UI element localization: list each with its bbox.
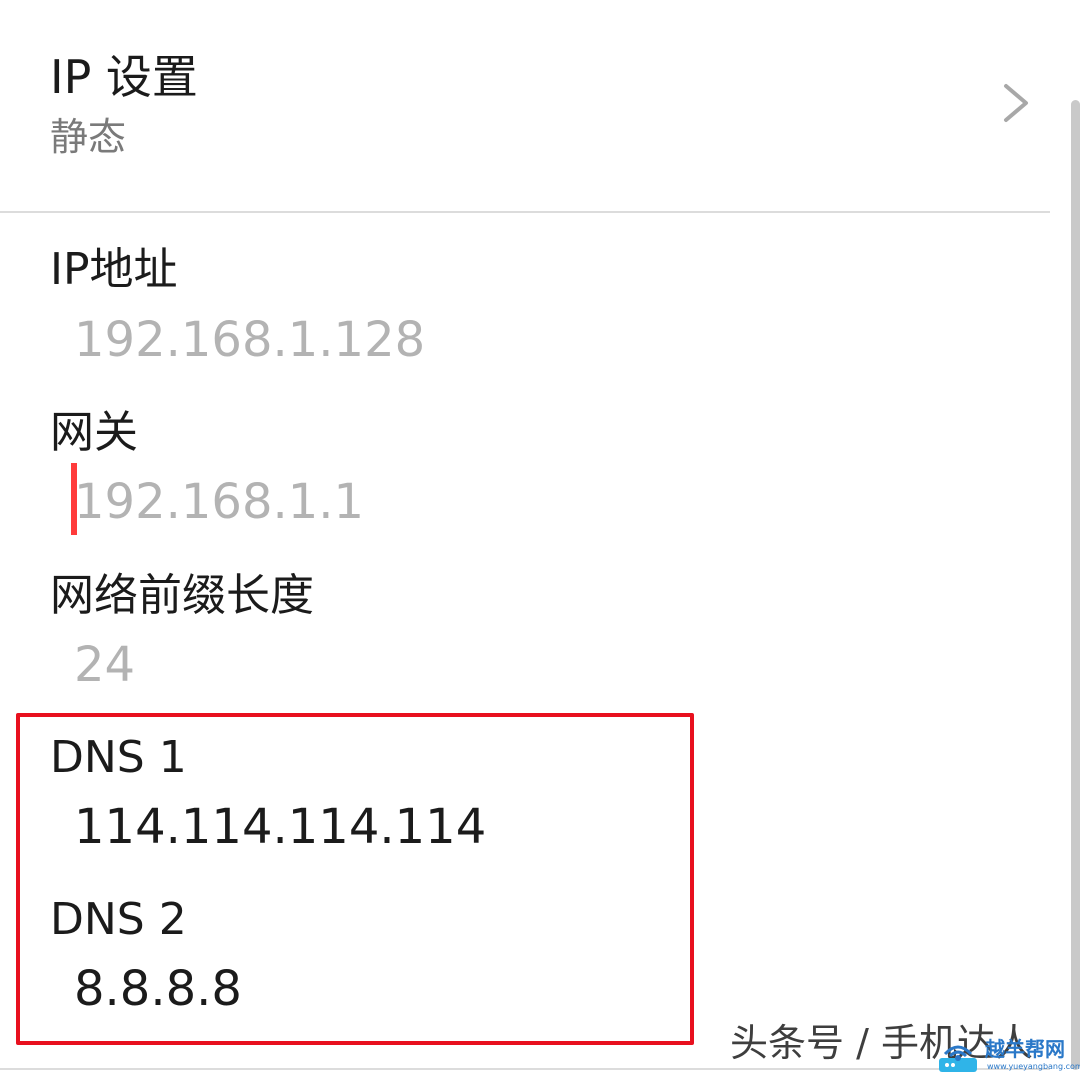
gateway-label: 网关: [50, 407, 138, 458]
ip-address-placeholder: 192.168.1.128: [74, 312, 426, 368]
watermark-logo-title: 越羊帮网: [985, 1037, 1065, 1061]
gateway-placeholder: 192.168.1.1: [74, 474, 365, 530]
watermark-logo: 越羊帮网 www.yueyangbang.com: [935, 1036, 1080, 1076]
ip-settings-title: IP 设置: [50, 50, 198, 104]
ip-settings-row[interactable]: IP 设置 静态: [0, 0, 1050, 213]
dns-highlight-box: [16, 713, 694, 1045]
text-cursor: [71, 463, 77, 535]
prefix-length-placeholder: 24: [74, 637, 136, 693]
ip-address-input[interactable]: 192.168.1.128: [74, 308, 674, 372]
watermark-logo-url: www.yueyangbang.com: [987, 1062, 1080, 1071]
prefix-length-input[interactable]: 24: [74, 633, 674, 697]
wifi-logo-icon: [939, 1045, 977, 1072]
ip-settings-value: 静态: [50, 115, 127, 159]
chevron-right-icon: [1004, 84, 1028, 122]
bottom-divider: [0, 1068, 1050, 1070]
gateway-input[interactable]: 192.168.1.1: [74, 470, 674, 534]
scrollbar[interactable]: [1071, 100, 1080, 1070]
prefix-length-label: 网络前缀长度: [50, 570, 314, 621]
ip-address-label: IP地址: [50, 244, 178, 295]
